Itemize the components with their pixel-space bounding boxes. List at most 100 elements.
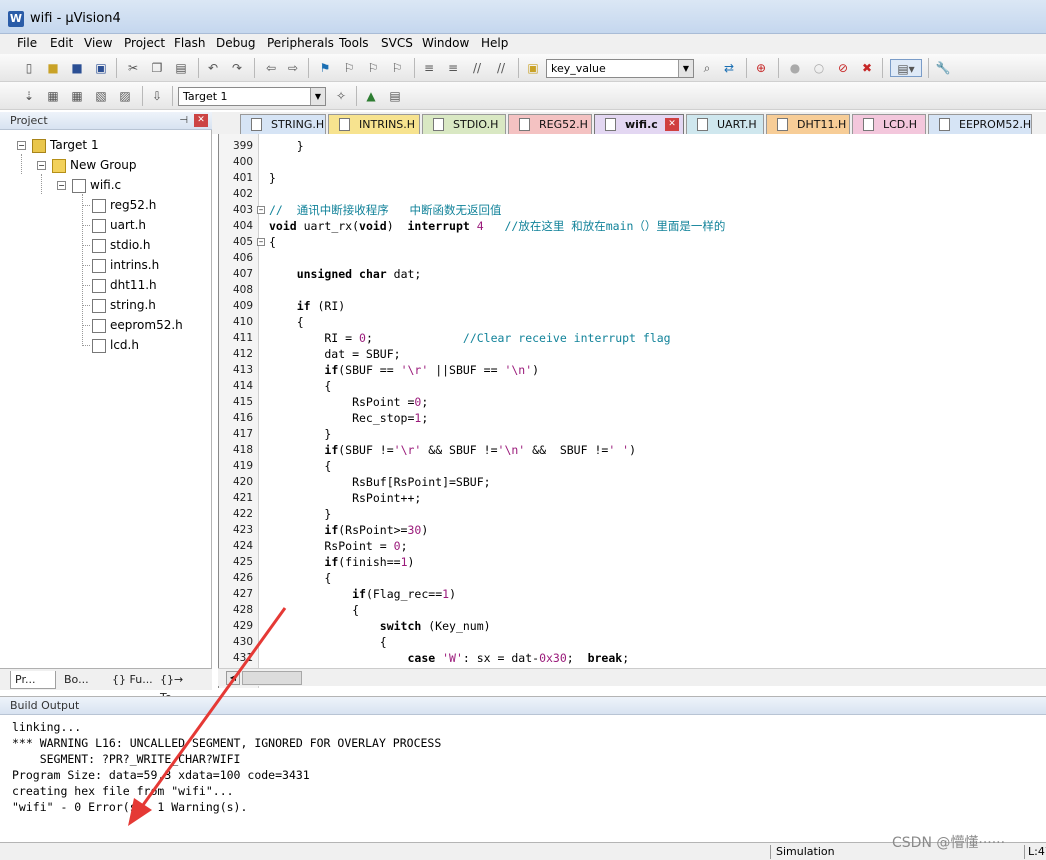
rebuild-icon[interactable]: ▦ bbox=[68, 87, 86, 105]
prev-bookmark-icon[interactable]: ⚐ bbox=[340, 59, 358, 77]
code-editor[interactable]: 399 } 400 401} 402 403−// 通讯中断接收程序 中断函数无返回值 4… bbox=[218, 134, 1046, 688]
menu-file[interactable]: File bbox=[14, 36, 40, 50]
tab-uart-h[interactable]: UART.H bbox=[686, 114, 764, 134]
editor-horizontal-scrollbar[interactable]: ◀ bbox=[218, 668, 1046, 686]
code-line[interactable]: 425 if(finish==1) bbox=[219, 554, 1046, 570]
batch-build-icon[interactable]: ▧ bbox=[92, 87, 110, 105]
find-combo[interactable]: key_value ▼ bbox=[546, 59, 694, 78]
code-line[interactable]: 400 bbox=[219, 154, 1046, 170]
code-line[interactable]: 404 void uart_rx(void) interrupt 4 //放在这里… bbox=[219, 218, 1046, 234]
next-bookmark-icon[interactable]: ⚐ bbox=[364, 59, 382, 77]
find-icon[interactable]: ⌕ bbox=[698, 59, 716, 77]
menu-svcs[interactable]: SVCS bbox=[378, 36, 416, 50]
tree-include-item[interactable]: eeprom52.h bbox=[92, 316, 183, 334]
code-line[interactable]: 426 { bbox=[219, 570, 1046, 586]
tree-group[interactable]: New Group bbox=[52, 156, 137, 174]
find-in-files-icon[interactable]: ▣ bbox=[524, 59, 542, 77]
open-folder-icon[interactable]: ■ bbox=[44, 59, 62, 77]
code-line[interactable]: 428 { bbox=[219, 602, 1046, 618]
cut-icon[interactable]: ✂ bbox=[124, 59, 142, 77]
translate-icon[interactable]: ⇣ bbox=[20, 87, 38, 105]
build-icon[interactable]: ▦ bbox=[44, 87, 62, 105]
tree-include-item[interactable]: stdio.h bbox=[92, 236, 150, 254]
code-line[interactable]: 416 Rec_stop=1; bbox=[219, 410, 1046, 426]
collapse-file-icon[interactable]: − bbox=[57, 181, 66, 190]
pin-icon[interactable]: ⊣ bbox=[179, 112, 188, 130]
tab-reg52-h[interactable]: REG52.H bbox=[508, 114, 592, 134]
kill-all-breakpoints-icon[interactable]: ✖ bbox=[858, 59, 876, 77]
tab-stdio-h[interactable]: STDIO.H bbox=[422, 114, 506, 134]
tab-lcd-h[interactable]: LCD.H bbox=[852, 114, 926, 134]
code-line[interactable]: 429 switch (Key_num) bbox=[219, 618, 1046, 634]
nav-back-icon[interactable]: ⇦ bbox=[262, 59, 280, 77]
copy-icon[interactable]: ❐ bbox=[148, 59, 166, 77]
menu-window[interactable]: Window bbox=[419, 36, 472, 50]
tab-dht11-h[interactable]: DHT11.H bbox=[766, 114, 850, 134]
scroll-left-icon[interactable]: ◀ bbox=[226, 671, 240, 685]
indent-icon[interactable]: ≡ bbox=[420, 59, 438, 77]
code-line[interactable]: 418 if(SBUF !='\r' && SBUF !='\n' && SBU… bbox=[219, 442, 1046, 458]
breakpoint-disable-icon[interactable]: ○ bbox=[810, 59, 828, 77]
manage-components-icon[interactable]: ▲ bbox=[362, 87, 380, 105]
scrollbar-thumb[interactable] bbox=[242, 671, 302, 685]
tree-include-item[interactable]: string.h bbox=[92, 296, 156, 314]
code-line[interactable]: 424 RsPoint = 0; bbox=[219, 538, 1046, 554]
tab-eeprom52-h[interactable]: EEPROM52.H bbox=[928, 114, 1032, 134]
undo-icon[interactable]: ↶ bbox=[204, 59, 222, 77]
code-line[interactable]: 414 { bbox=[219, 378, 1046, 394]
comment-icon[interactable]: // bbox=[468, 59, 486, 77]
tree-include-item[interactable]: intrins.h bbox=[92, 256, 159, 274]
code-line[interactable]: 421 RsPoint++; bbox=[219, 490, 1046, 506]
chevron-down-icon[interactable]: ▼ bbox=[678, 60, 693, 77]
nav-forward-icon[interactable]: ⇨ bbox=[284, 59, 302, 77]
target-options-icon[interactable]: ✧ bbox=[332, 87, 350, 105]
close-icon[interactable]: ✕ bbox=[665, 118, 679, 131]
disable-all-breakpoints-icon[interactable]: ⊘ bbox=[834, 59, 852, 77]
collapse-group-icon[interactable]: − bbox=[37, 161, 46, 170]
menu-debug[interactable]: Debug bbox=[213, 36, 258, 50]
code-line[interactable]: 419 { bbox=[219, 458, 1046, 474]
code-line[interactable]: 417 } bbox=[219, 426, 1046, 442]
save-all-icon[interactable]: ▣ bbox=[92, 59, 110, 77]
code-line[interactable]: 427 if(Flag_rec==1) bbox=[219, 586, 1046, 602]
code-line[interactable]: 423 if(RsPoint>=30) bbox=[219, 522, 1046, 538]
menu-edit[interactable]: Edit bbox=[47, 36, 76, 50]
menu-project[interactable]: Project bbox=[121, 36, 168, 50]
new-file-icon[interactable]: ▯ bbox=[20, 59, 38, 77]
tree-file-wifi[interactable]: wifi.c bbox=[72, 176, 121, 194]
code-line[interactable]: 431 case 'W': sx = dat-0x30; break; bbox=[219, 650, 1046, 666]
code-line[interactable]: 422 } bbox=[219, 506, 1046, 522]
save-icon[interactable]: ■ bbox=[68, 59, 86, 77]
menu-help[interactable]: Help bbox=[478, 36, 511, 50]
menu-tools[interactable]: Tools bbox=[336, 36, 372, 50]
code-line[interactable]: 406 bbox=[219, 250, 1046, 266]
menu-flash[interactable]: Flash bbox=[171, 36, 208, 50]
code-line[interactable]: 411 RI = 0; //Clear receive interrupt fl… bbox=[219, 330, 1046, 346]
tab-functions[interactable]: {} Fu... bbox=[108, 671, 154, 689]
tab-wifi-c[interactable]: wifi.c ✕ bbox=[594, 114, 684, 134]
uncomment-icon[interactable]: // bbox=[492, 59, 510, 77]
code-line[interactable]: 405−{ bbox=[219, 234, 1046, 250]
code-line[interactable]: 407 unsigned char dat; bbox=[219, 266, 1046, 282]
menu-view[interactable]: View bbox=[81, 36, 115, 50]
download-icon[interactable]: ⇩ bbox=[148, 87, 166, 105]
tab-string-h[interactable]: STRING.H bbox=[240, 114, 326, 134]
chevron-down-icon[interactable]: ▼ bbox=[310, 88, 325, 105]
clear-bookmarks-icon[interactable]: ⚐ bbox=[388, 59, 406, 77]
collapse-target-icon[interactable]: − bbox=[17, 141, 26, 150]
fold-toggle-icon[interactable]: − bbox=[257, 238, 265, 246]
paste-icon[interactable]: ▤ bbox=[172, 59, 190, 77]
tree-include-item[interactable]: lcd.h bbox=[92, 336, 139, 354]
redo-icon[interactable]: ↷ bbox=[228, 59, 246, 77]
tree-include-item[interactable]: dht11.h bbox=[92, 276, 157, 294]
code-line[interactable]: 399 } bbox=[219, 138, 1046, 154]
code-line[interactable]: 420 RsBuf[RsPoint]=SBUF; bbox=[219, 474, 1046, 490]
configure-icon[interactable]: 🔧 bbox=[934, 59, 952, 77]
tree-target[interactable]: Target 1 bbox=[32, 136, 99, 154]
code-line[interactable]: 412 dat = SBUF; bbox=[219, 346, 1046, 362]
code-line[interactable]: 408 bbox=[219, 282, 1046, 298]
incremental-find-icon[interactable]: ⇄ bbox=[720, 59, 738, 77]
code-line[interactable]: 430 { bbox=[219, 634, 1046, 650]
window-layout-icon[interactable]: ▤▾ bbox=[890, 59, 922, 77]
code-line[interactable]: 410 { bbox=[219, 314, 1046, 330]
